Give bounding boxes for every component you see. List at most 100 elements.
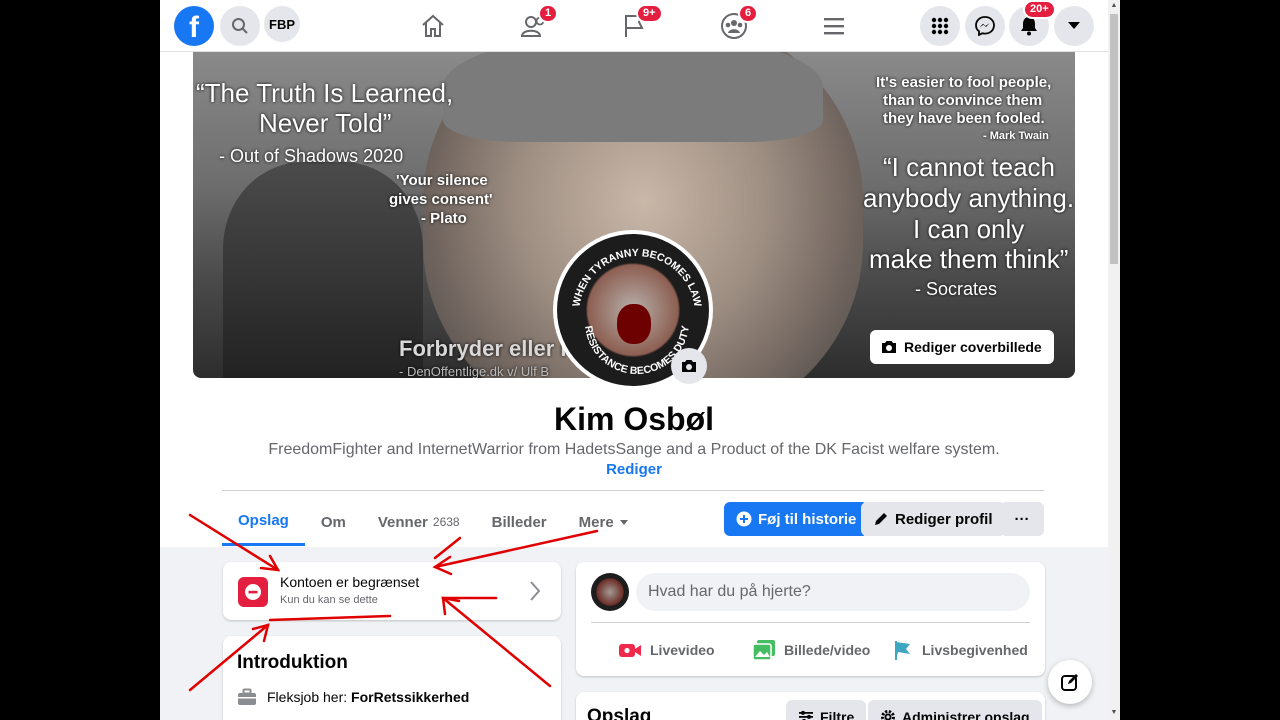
facebook-logo-icon[interactable]: f <box>174 6 214 46</box>
pencil-icon <box>875 513 887 525</box>
edit-cover-label: Rediger coverbillede <box>904 339 1042 355</box>
edit-cover-button[interactable]: Rediger coverbillede <box>870 330 1054 364</box>
filter-label: Filtre <box>820 709 855 720</box>
search-icon <box>232 18 248 34</box>
cover-quote-3c: they have been fooled. <box>883 110 1045 127</box>
scroll-down-arrow-icon[interactable]: ▼ <box>1110 709 1118 717</box>
shortcut-label: FBP <box>269 16 295 32</box>
edit-bio-label: Rediger <box>606 461 662 478</box>
notifications-badge: 20+ <box>1023 0 1056 19</box>
tab-more[interactable]: Mere <box>563 498 645 546</box>
cover-quote-1-source: - Out of Shadows 2020 <box>219 146 404 166</box>
avatar-ring-top-text: WHEN TYRANNY BECOMES LAW <box>570 247 703 308</box>
life-event-button[interactable]: Livsbegivenhed <box>892 636 1028 664</box>
shortcut-fbp[interactable]: FBP <box>264 6 300 42</box>
svg-text:WHEN TYRANNY BECOMES LAW: WHEN TYRANNY BECOMES LAW <box>570 247 703 308</box>
tab-photos[interactable]: Billeder <box>476 498 563 546</box>
restricted-icon <box>238 577 268 607</box>
compose-icon <box>1061 674 1078 691</box>
filter-button[interactable]: Filtre <box>786 700 867 720</box>
messenger-icon <box>975 16 995 36</box>
account-menu-button[interactable] <box>1054 6 1094 46</box>
restricted-subtitle: Kun du kan se dette <box>280 594 378 606</box>
friends-count: 2638 <box>432 515 460 529</box>
update-profile-picture-button[interactable] <box>671 348 707 384</box>
edit-bio-link[interactable]: Rediger <box>160 461 1108 478</box>
life-event-label: Livsbegivenhed <box>922 642 1028 658</box>
scroll-up-arrow-icon[interactable]: ▲ <box>1110 2 1118 10</box>
bell-icon <box>1021 17 1037 36</box>
profile-tabs: Opslag Om Venner 2638 Billeder Mere <box>222 498 645 546</box>
profile-name: Kim Osbøl <box>553 401 714 437</box>
apps-menu-button[interactable] <box>920 6 960 46</box>
hamburger-icon <box>824 18 844 35</box>
camera-icon <box>682 360 696 372</box>
composer-divider <box>591 622 1030 623</box>
cover-quote-2-source: - Plato <box>421 210 467 227</box>
search-button[interactable] <box>220 6 260 46</box>
cover-quote-2: 'Your silence <box>396 172 488 189</box>
tab-friends[interactable]: Venner 2638 <box>362 498 476 546</box>
cover-quote-4-source: - Socrates <box>915 279 998 299</box>
add-to-story-button[interactable]: Føj til historie <box>724 502 869 536</box>
add-to-story-label: Føj til historie <box>758 510 857 528</box>
plus-circle-icon <box>736 511 752 527</box>
cover-quote-2b: gives consent' <box>389 191 493 208</box>
friends-badge: 1 <box>538 4 559 23</box>
flag-icon <box>895 641 910 660</box>
new-message-button[interactable] <box>1048 660 1092 704</box>
briefcase-icon <box>238 688 256 705</box>
scrollbar[interactable]: ▲ ▼ <box>1108 0 1120 720</box>
cover-banner-sub: - DenOffentlige.dk v/ Ulf B <box>399 364 550 378</box>
restricted-title: Kontoen er begrænset <box>280 574 420 590</box>
caret-down-icon <box>1068 22 1080 29</box>
intro-title: Introduktion <box>237 652 348 673</box>
profile-picture[interactable]: WHEN TYRANNY BECOMES LAW RESISTANCE BECO… <box>553 230 713 390</box>
cover-quote-1: “The Truth Is Learned, <box>196 78 454 108</box>
scroll-thumb[interactable] <box>1110 14 1118 264</box>
menu-tab[interactable] <box>812 8 856 44</box>
more-options-button[interactable]: ··· <box>1000 502 1044 536</box>
job-place-link[interactable]: ForRetssikkerhed <box>351 689 469 705</box>
cover-quote-1b: Never Told” <box>259 108 392 138</box>
top-navigation-bar: f FBP 1 9+ 6 20+ <box>160 0 1108 52</box>
sliders-icon <box>799 710 813 720</box>
manage-posts-button[interactable]: Administrer opslag <box>868 700 1042 720</box>
live-video-button[interactable]: Livevideo <box>618 636 715 664</box>
cover-quote-3-source: - Mark Twain <box>983 130 1049 142</box>
posts-section: Opslag Filtre Administrer opslag <box>576 692 1045 720</box>
intro-job-row: Fleksjob her: ForRetssikkerhed <box>237 688 469 706</box>
post-composer: Hvad har du på hjerte? Livevideo Billede… <box>576 562 1045 676</box>
avatar-mouth-shape <box>617 304 651 344</box>
notifications-button[interactable]: 20+ <box>1009 0 1056 46</box>
camera-icon <box>882 341 896 353</box>
profile-bio: FreedomFighter and InternetWarrior from … <box>268 441 1000 458</box>
home-tab[interactable] <box>411 8 455 44</box>
cover-quote-4d: make them think” <box>869 244 1069 274</box>
cover-quote-3: It's easier to fool people, <box>876 74 1052 91</box>
composer-input[interactable]: Hvad har du på hjerte? <box>636 573 1030 611</box>
cover-quote-3b: than to convince them <box>883 92 1043 109</box>
friends-tab[interactable]: 1 <box>512 4 559 44</box>
pages-tab[interactable]: 9+ <box>612 4 663 44</box>
more-dots-icon: ··· <box>1014 510 1030 528</box>
messenger-button[interactable] <box>965 6 1005 46</box>
gear-icon <box>881 710 895 720</box>
caret-down-icon <box>619 519 628 525</box>
account-restricted-card[interactable]: Kontoen er begrænset Kun du kan se dette <box>223 562 561 620</box>
cover-quote-4b: anybody anything. <box>863 183 1075 213</box>
edit-profile-button[interactable]: Rediger profil <box>861 502 1005 536</box>
chevron-right-icon <box>530 581 541 601</box>
photo-video-label: Billede/video <box>784 642 871 658</box>
tab-about[interactable]: Om <box>305 498 362 546</box>
avatar[interactable] <box>591 573 629 611</box>
video-camera-icon <box>619 644 641 657</box>
composer-placeholder: Hvad har du på hjerte? <box>648 583 811 600</box>
manage-posts-label: Administrer opslag <box>902 709 1030 720</box>
grid-menu-icon <box>931 17 949 35</box>
tab-posts[interactable]: Opslag <box>222 498 305 546</box>
photo-video-button[interactable]: Billede/video <box>752 636 870 664</box>
job-prefix: Fleksjob her: <box>267 689 352 705</box>
photos-icon <box>752 640 775 661</box>
groups-tab[interactable]: 6 <box>712 4 759 44</box>
